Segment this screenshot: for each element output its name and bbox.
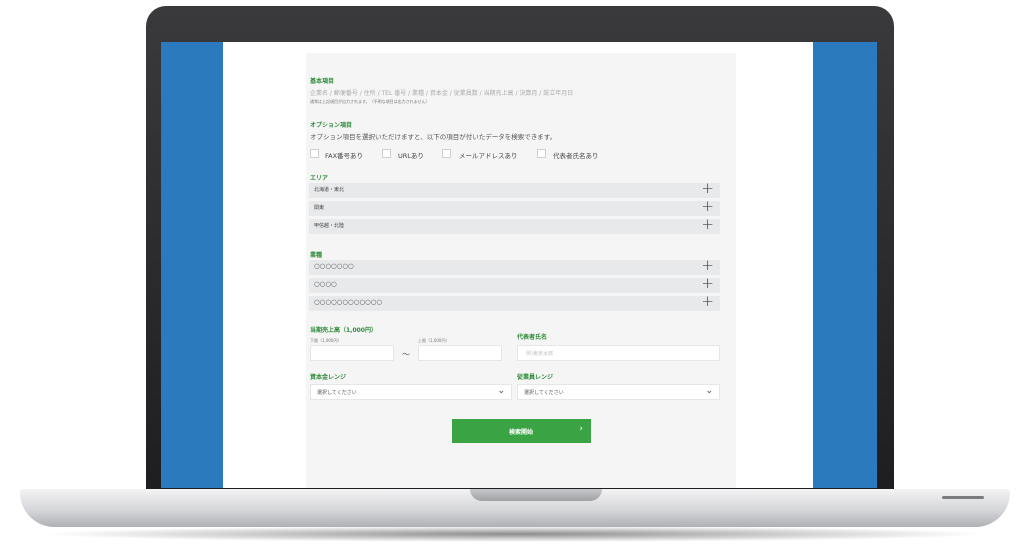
option-url-label: URLあり — [398, 152, 424, 160]
sales-min-label: 下限（1,000円） — [310, 338, 342, 343]
area-row-label: 甲信越・北陸 — [314, 223, 345, 229]
search-button-label: 検索開始 — [509, 429, 534, 436]
option-rep-name-label: 代表者氏名あり — [553, 152, 599, 160]
web-page: 基本項目 企業名 / 郵便番号 / 住所 / TEL 番号 / 業種 / 資本金… — [223, 42, 813, 488]
chevron-right-icon: › — [579, 424, 583, 434]
area-row-label: 北海道・東北 — [314, 187, 345, 193]
sales-min-input[interactable] — [310, 345, 394, 361]
option-url-checkbox[interactable] — [382, 149, 391, 158]
capital-title: 資本金レンジ — [310, 374, 347, 381]
options-description: オプション項目を選択いただけますと、以下の項目が付いたデータを検索できます。 — [310, 133, 557, 141]
laptop-screen: 基本項目 企業名 / 郵便番号 / 住所 / TEL 番号 / 業種 / 資本金… — [161, 42, 877, 488]
industry-row-label: ○○○○ — [314, 280, 337, 288]
plus-icon[interactable]: + — [701, 217, 714, 232]
plus-icon[interactable]: + — [701, 181, 714, 196]
sales-max-label: 上限（1,000円） — [418, 338, 450, 343]
options-title: オプション項目 — [310, 122, 353, 129]
representative-name-input[interactable]: 例)東京太郎 — [517, 345, 720, 361]
basic-items-title: 基本項目 — [310, 78, 335, 85]
search-form-panel: 基本項目 企業名 / 郵便番号 / 住所 / TEL 番号 / 業種 / 資本金… — [306, 53, 736, 488]
industry-row-label: ○○○○○○○○○○○○ — [314, 298, 383, 306]
representative-placeholder: 例)東京太郎 — [526, 351, 553, 357]
industry-row[interactable]: ○○○○○○○○○○○○ + — [309, 294, 720, 311]
industry-row-label: ○○○○○○○ — [314, 262, 354, 270]
employees-title: 従業員レンジ — [517, 374, 554, 381]
area-row-hokkaido-tohoku[interactable]: 北海道・東北 + — [309, 181, 720, 198]
sales-max-input[interactable] — [418, 345, 502, 361]
employee-select-value: 選択してください — [524, 390, 564, 396]
option-email-checkbox[interactable] — [442, 149, 451, 158]
chevron-down-icon: ⌄ — [705, 386, 713, 396]
employee-range-select[interactable]: 選択してください ⌄ — [517, 384, 720, 400]
laptop-base-line — [942, 496, 984, 499]
area-title: エリア — [310, 175, 329, 182]
capital-select-value: 選択してください — [317, 390, 357, 396]
industry-row[interactable]: ○○○○ + — [309, 276, 720, 293]
option-rep-name-checkbox[interactable] — [537, 149, 546, 158]
laptop-notch — [470, 489, 602, 501]
basic-items-fields: 企業名 / 郵便番号 / 住所 / TEL 番号 / 業種 / 資本金 / 従業… — [310, 90, 574, 97]
laptop-shadow — [40, 526, 990, 542]
plus-icon[interactable]: + — [701, 258, 714, 273]
industry-row[interactable]: ○○○○○○○ + — [309, 258, 720, 275]
industry-title: 業種 — [310, 252, 323, 259]
sales-title: 当期売上高（1,000円） — [310, 327, 377, 334]
area-row-koshinetsu-hokuriku[interactable]: 甲信越・北陸 + — [309, 217, 720, 234]
capital-range-select[interactable]: 選択してください ⌄ — [310, 384, 512, 400]
plus-icon[interactable]: + — [701, 294, 714, 309]
option-email-label: メールアドレスあり — [459, 152, 518, 160]
chevron-down-icon: ⌄ — [497, 386, 505, 396]
area-row-label: 関東 — [314, 205, 325, 211]
option-fax-label: FAX番号あり — [325, 152, 364, 160]
plus-icon[interactable]: + — [701, 276, 714, 291]
option-fax-checkbox[interactable] — [310, 149, 319, 158]
basic-items-note: 通常は上記項目が出力されます。（不明な項目は出力されません） — [310, 99, 430, 104]
range-tilde: ～ — [402, 350, 410, 359]
area-row-kanto[interactable]: 関東 + — [309, 199, 720, 216]
representative-title: 代表者氏名 — [517, 334, 548, 341]
plus-icon[interactable]: + — [701, 199, 714, 214]
search-start-button[interactable]: 検索開始 › — [452, 419, 591, 443]
